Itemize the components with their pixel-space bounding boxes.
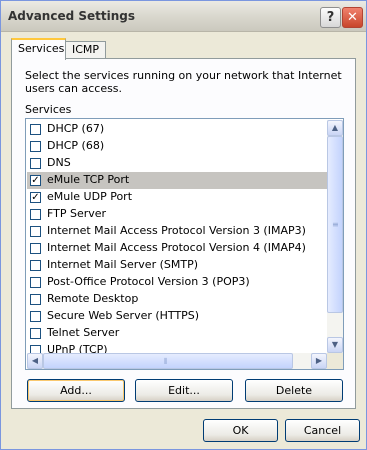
service-label: Post-Office Protocol Version 3 (POP3) bbox=[47, 275, 250, 288]
service-label: Internet Mail Access Protocol Version 4 … bbox=[47, 241, 306, 254]
service-label: Remote Desktop bbox=[47, 292, 139, 305]
grip-icon: ⦀ bbox=[164, 357, 168, 366]
scroll-up-button[interactable]: ▲ bbox=[327, 120, 343, 136]
scroll-right-button[interactable]: ▶ bbox=[311, 353, 327, 369]
service-checkbox[interactable]: ✓ bbox=[30, 192, 41, 203]
help-icon: ? bbox=[326, 10, 335, 25]
service-checkbox[interactable] bbox=[30, 311, 41, 322]
service-checkbox[interactable] bbox=[30, 277, 41, 288]
horizontal-scroll-thumb[interactable]: ⦀ bbox=[43, 353, 293, 369]
service-label: Internet Mail Access Protocol Version 3 … bbox=[47, 224, 306, 237]
service-checkbox[interactable]: ✓ bbox=[30, 175, 41, 186]
service-row[interactable]: DHCP (68) bbox=[27, 138, 327, 155]
arrow-down-icon: ▼ bbox=[331, 340, 339, 349]
ok-button[interactable]: OK bbox=[203, 419, 278, 442]
service-label: Internet Mail Server (SMTP) bbox=[47, 258, 198, 271]
services-list[interactable]: DHCP (67) DHCP (68) DNS ✓ eMule TCP Port ✓ eMu… bbox=[25, 118, 344, 370]
delete-button[interactable]: Delete bbox=[245, 379, 343, 402]
vertical-scroll-thumb[interactable]: ≡ bbox=[327, 136, 343, 313]
service-checkbox[interactable] bbox=[30, 141, 41, 152]
tab-services[interactable]: Services bbox=[11, 38, 66, 60]
service-row[interactable]: Remote Desktop bbox=[27, 291, 327, 308]
service-row[interactable]: Post-Office Protocol Version 3 (POP3) bbox=[27, 274, 327, 291]
service-checkbox[interactable] bbox=[30, 328, 41, 339]
service-checkbox[interactable] bbox=[30, 226, 41, 237]
service-label: FTP Server bbox=[47, 207, 107, 220]
service-checkbox[interactable] bbox=[30, 158, 41, 169]
scroll-down-button[interactable]: ▼ bbox=[327, 337, 343, 353]
window-title: Advanced Settings bbox=[8, 9, 136, 23]
advanced-settings-dialog: Advanced Settings ? ✕ Services ICMP Sele… bbox=[0, 0, 367, 450]
service-checkbox[interactable] bbox=[30, 209, 41, 220]
services-label: Services bbox=[25, 103, 72, 116]
service-label: DHCP (68) bbox=[47, 139, 105, 152]
service-row[interactable]: ✓ eMule UDP Port bbox=[27, 189, 327, 206]
service-checkbox[interactable] bbox=[30, 260, 41, 271]
vertical-scrollbar[interactable]: ▲ ≡ ▼ bbox=[327, 120, 343, 353]
description-text: Select the services running on your netw… bbox=[25, 69, 342, 95]
service-label: DHCP (67) bbox=[47, 122, 105, 135]
service-checkbox[interactable] bbox=[30, 243, 41, 254]
service-row[interactable]: Internet Mail Server (SMTP) bbox=[27, 257, 327, 274]
service-row[interactable]: Internet Mail Access Protocol Version 3 … bbox=[27, 223, 327, 240]
close-icon: ✕ bbox=[347, 10, 358, 25]
horizontal-scrollbar[interactable]: ◀ ⦀ ▶ bbox=[27, 353, 327, 369]
grip-icon: ≡ bbox=[332, 220, 339, 229]
service-row[interactable]: Telnet Server bbox=[27, 325, 327, 342]
arrow-left-icon: ◀ bbox=[31, 356, 39, 365]
service-row[interactable]: Internet Mail Access Protocol Version 4 … bbox=[27, 240, 327, 257]
add-button[interactable]: Add... bbox=[27, 379, 125, 402]
service-checkbox[interactable] bbox=[30, 124, 41, 135]
service-label: eMule UDP Port bbox=[47, 190, 133, 203]
arrow-right-icon: ▶ bbox=[315, 356, 323, 365]
service-label: DNS bbox=[47, 156, 71, 169]
service-row[interactable]: Secure Web Server (HTTPS) bbox=[27, 308, 327, 325]
cancel-button[interactable]: Cancel bbox=[285, 419, 360, 442]
service-checkbox[interactable] bbox=[30, 294, 41, 305]
service-label: Secure Web Server (HTTPS) bbox=[47, 309, 200, 322]
arrow-up-icon: ▲ bbox=[331, 123, 339, 132]
service-label: eMule TCP Port bbox=[47, 173, 130, 186]
scrollbar-corner bbox=[327, 353, 343, 369]
service-row[interactable]: DNS bbox=[27, 155, 327, 172]
service-row[interactable]: FTP Server bbox=[27, 206, 327, 223]
service-row[interactable]: DHCP (67) bbox=[27, 121, 327, 138]
title-bar[interactable]: Advanced Settings ? ✕ bbox=[1, 1, 366, 32]
close-button[interactable]: ✕ bbox=[342, 7, 363, 28]
edit-button[interactable]: Edit... bbox=[135, 379, 233, 402]
scroll-left-button[interactable]: ◀ bbox=[27, 353, 43, 369]
service-label: Telnet Server bbox=[47, 326, 120, 339]
service-row[interactable]: ✓ eMule TCP Port bbox=[27, 172, 327, 189]
help-button[interactable]: ? bbox=[320, 7, 341, 28]
